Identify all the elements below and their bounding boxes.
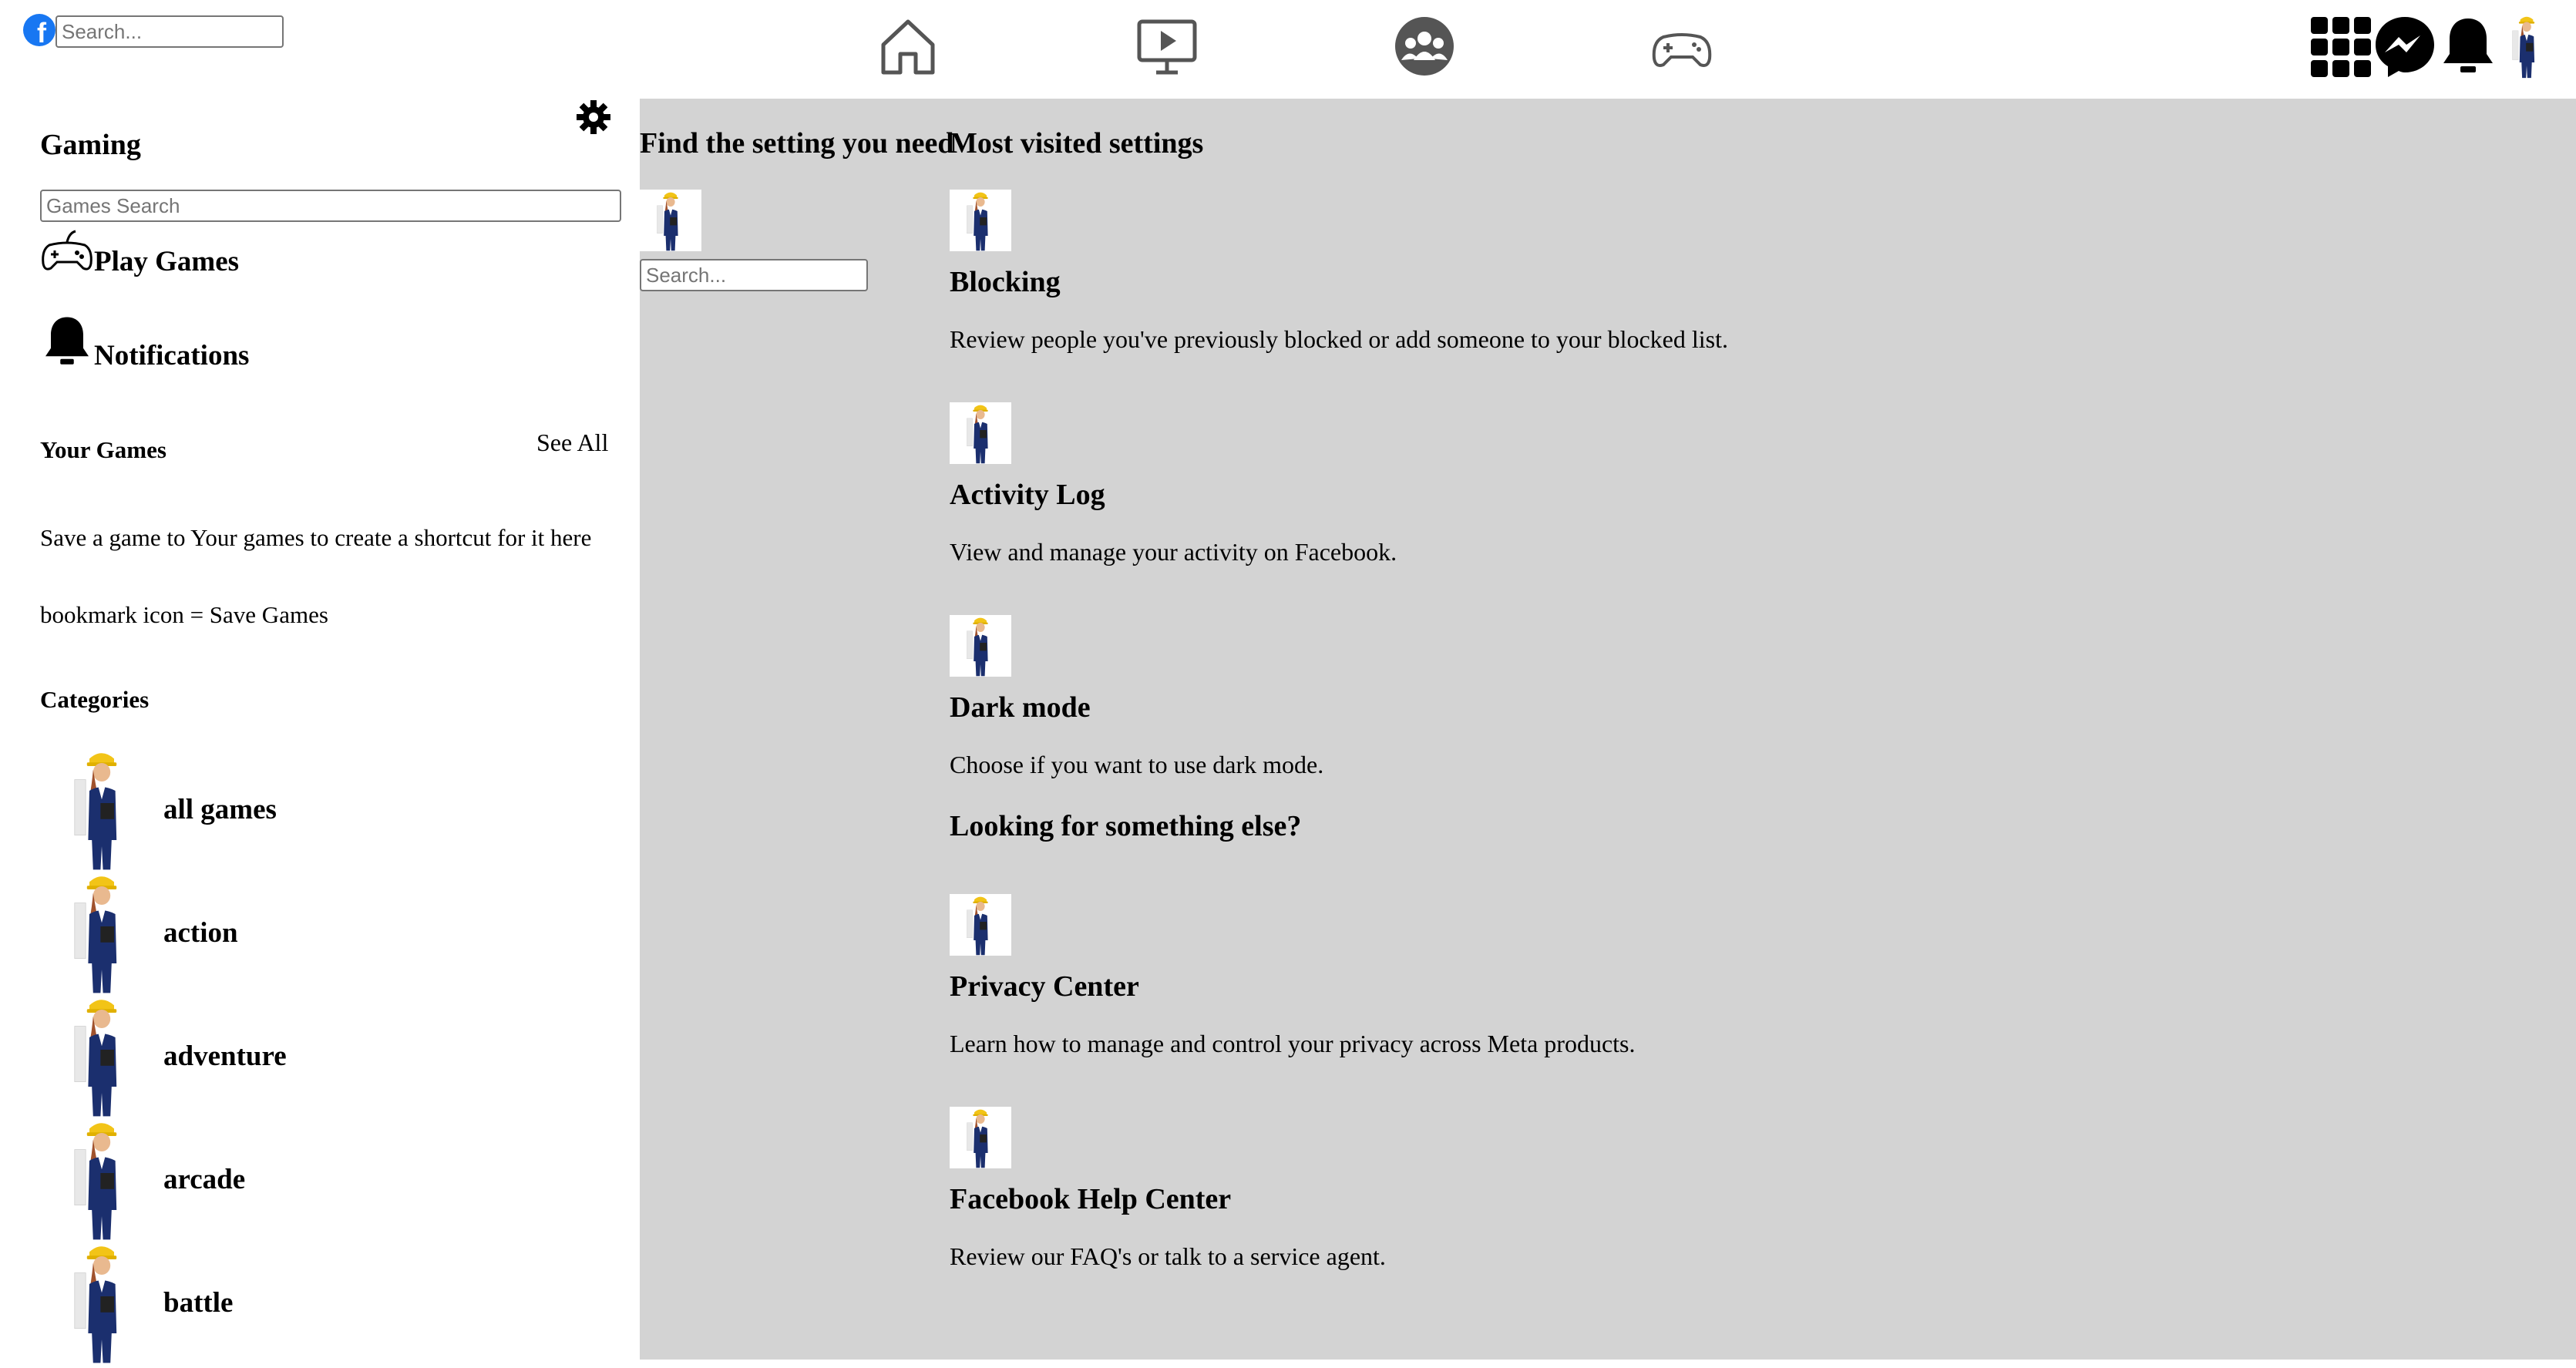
settings-search-input[interactable] [640,259,868,291]
groups-icon[interactable] [1392,14,1457,79]
category-image [40,1241,163,1364]
bookmark-hint: bookmark icon = Save Games [40,601,328,628]
menu-grid-icon[interactable] [2309,15,2373,79]
most-visited-heading: Most visited settings [950,127,1204,160]
play-games-item[interactable]: Play Games [40,228,239,278]
category-item[interactable]: action [40,871,238,994]
settings-panel: Find the setting you need Most visited s… [640,99,2576,1360]
messenger-icon[interactable] [2373,14,2437,79]
see-all-link[interactable]: See All [536,429,608,457]
category-label: battle [163,1286,234,1319]
setting-image [950,190,1011,251]
category-image [40,994,163,1118]
setting-title[interactable]: Facebook Help Center [950,1182,1231,1216]
setting-description: Choose if you want to use dark mode. [950,751,1324,778]
categories-heading: Categories [40,686,150,713]
sidebar-title: Gaming [40,129,141,161]
setting-image [950,894,1011,956]
setting-title[interactable]: Privacy Center [950,970,1139,1003]
setting-title[interactable]: Activity Log [950,478,1105,512]
setting-description: View and manage your activity on Faceboo… [950,538,1397,566]
global-search-input[interactable] [55,15,284,48]
setting-image [950,1107,1011,1168]
setting-image [950,615,1011,677]
watch-icon[interactable] [1135,14,1199,79]
notifications-label: Notifications [94,340,250,371]
gamepad-icon [40,228,94,278]
setting-image [950,402,1011,464]
gear-icon[interactable] [575,99,612,136]
find-setting-image [640,190,701,251]
category-image [40,1118,163,1241]
category-item[interactable]: all games [40,748,277,871]
category-item[interactable]: arcade [40,1118,245,1241]
gaming-icon[interactable] [1650,14,1714,79]
setting-title[interactable]: Dark mode [950,691,1091,724]
notifications-item[interactable]: Notifications [40,314,249,372]
category-label: all games [163,793,277,825]
bell-icon [40,314,94,372]
your-games-heading: Your Games [40,436,166,463]
setting-title[interactable]: Blocking [950,265,1061,299]
avatar[interactable] [2504,14,2550,79]
games-search-input[interactable] [40,190,621,222]
category-item[interactable]: adventure [40,994,287,1118]
setting-description: Review our FAQ's or talk to a service ag… [950,1242,1386,1270]
gaming-sidebar: Gaming Play Games Notifications Your Gam… [0,99,640,1364]
something-else-heading: Looking for something else? [950,810,1302,842]
category-label: adventure [163,1040,287,1072]
category-image [40,871,163,994]
bell-icon[interactable] [2440,15,2496,77]
find-setting-heading: Find the setting you need [640,127,954,160]
play-games-label: Play Games [94,246,240,277]
facebook-logo[interactable]: f [23,14,55,49]
setting-description: Learn how to manage and control your pri… [950,1030,1636,1057]
your-games-empty-message: Save a game to Your games to create a sh… [40,524,592,551]
category-label: action [163,916,238,949]
category-image [40,748,163,871]
category-item[interactable]: battle [40,1241,233,1364]
home-icon[interactable] [876,14,940,79]
setting-description: Review people you've previously blocked … [950,325,1728,353]
category-label: arcade [163,1163,246,1195]
